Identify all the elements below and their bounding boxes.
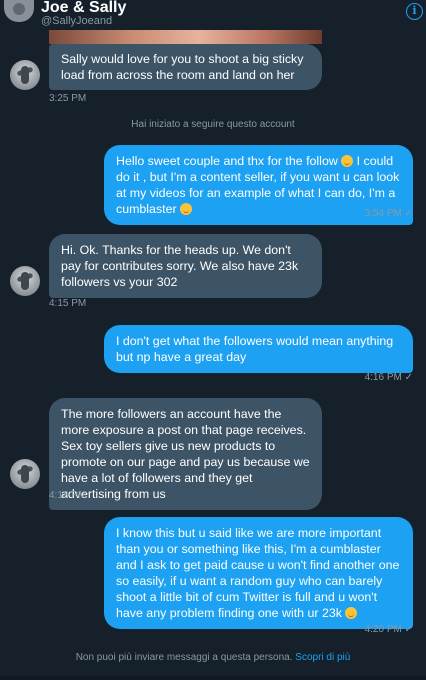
sender-avatar[interactable]	[10, 266, 40, 296]
message-timestamp: 3:54 PM ✓	[364, 208, 413, 219]
conversation-handle[interactable]: @SallyJoeand	[41, 15, 112, 27]
read-check-icon: ✓	[404, 624, 413, 635]
conversation-header: Joe & Sally @SallyJoeand i	[0, 0, 426, 27]
message-timestamp: 4:15 PM	[49, 298, 87, 309]
incoming-message-bubble[interactable]: Hi. Ok. Thanks for the heads up. We don'…	[49, 234, 322, 298]
sender-avatar[interactable]	[10, 60, 40, 90]
message-timestamp: 4:18 PM	[49, 490, 87, 501]
learn-more-link[interactable]: Scopri di più	[295, 652, 350, 663]
sender-avatar[interactable]	[10, 459, 40, 489]
message-text: Hello sweet couple and thx for the follo…	[116, 154, 342, 168]
info-icon[interactable]: i	[406, 3, 423, 20]
message-timestamp: 4:16 PM ✓	[364, 372, 413, 383]
incoming-message-bubble[interactable]: Sally would love for you to shoot a big …	[49, 44, 322, 90]
read-check-icon: ✓	[404, 372, 413, 383]
smiling-face-emoji-icon	[341, 155, 354, 167]
outgoing-message-bubble[interactable]: I know this but u said like we are more …	[104, 517, 413, 629]
smirking-face-emoji-icon	[180, 203, 193, 215]
header-avatar[interactable]	[4, 0, 34, 22]
outgoing-message-bubble[interactable]: I don't get what the followers would mea…	[104, 325, 413, 373]
smirking-face-emoji-icon	[345, 607, 358, 619]
message-media-image[interactable]	[49, 30, 322, 44]
message-text: I know this but u said like we are more …	[116, 526, 400, 620]
follow-notice: Hai iniziato a seguire questo account	[131, 119, 295, 130]
cannot-message-text: Non puoi più inviare messaggi a questa p…	[75, 652, 293, 663]
cannot-message-notice: Non puoi più inviare messaggi a questa p…	[0, 652, 426, 663]
incoming-message-bubble[interactable]: The more followers an account have the m…	[49, 398, 322, 510]
read-check-icon: ✓	[404, 208, 413, 219]
message-timestamp: 4:20 PM ✓	[364, 624, 413, 635]
message-timestamp: 3:25 PM	[49, 93, 87, 104]
bottom-divider	[0, 676, 426, 680]
